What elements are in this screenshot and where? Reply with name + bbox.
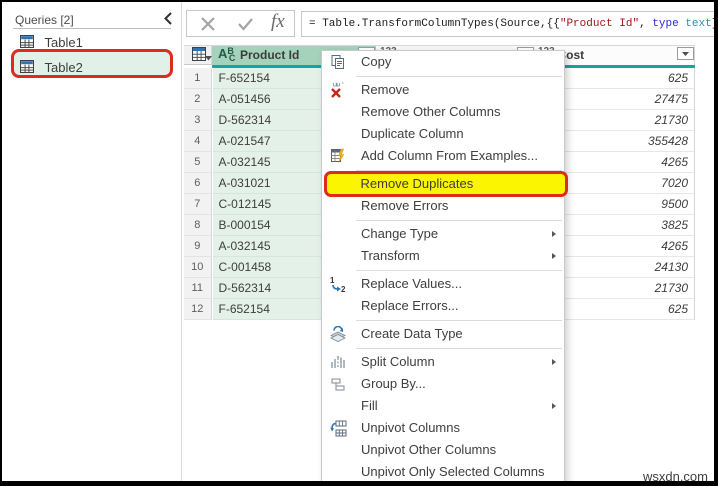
svg-text:1: 1: [330, 276, 335, 285]
svg-text:2: 2: [341, 285, 346, 293]
